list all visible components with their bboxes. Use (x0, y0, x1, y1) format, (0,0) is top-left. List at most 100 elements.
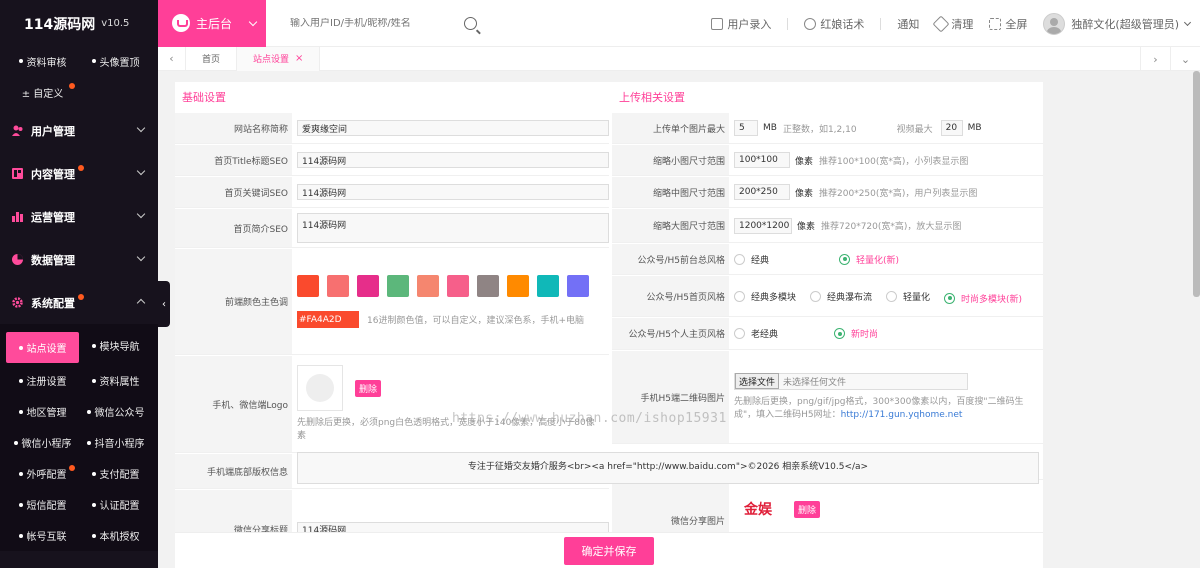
sidebar-item-module-nav[interactable]: 模块导航 (79, 330, 152, 361)
radio-classic-multi[interactable]: 经典多模块 (734, 290, 796, 303)
app-root: 114源码网 v10.5 资料审核 头像置顶 ± 自定义 用户管理 内容管理 运… (0, 0, 1200, 568)
matchmaker-script-button[interactable]: 红娘话术 (804, 16, 864, 32)
sidebar: 114源码网 v10.5 资料审核 头像置顶 ± 自定义 用户管理 内容管理 运… (0, 0, 158, 568)
choose-file-button[interactable]: 选择文件 (735, 373, 780, 389)
sidebar-item-review[interactable]: 资料审核 (6, 47, 79, 75)
color-swatch-4[interactable] (387, 275, 409, 297)
sidebar-menu-content[interactable]: 内容管理 (0, 152, 158, 195)
copyright-textarea[interactable]: 专注于征婚交友婚介服务<br><a href="http://www.baidu… (297, 452, 1039, 484)
radio-fashion-multi-new[interactable]: 时尚多模块(新) (944, 292, 1022, 305)
unit-label: 像素 (795, 156, 814, 167)
gear-icon (12, 297, 23, 308)
delete-share-image-button[interactable]: 删除 (794, 501, 821, 518)
qr-file-input[interactable]: 选择文件 未选择任何文件 (734, 372, 968, 390)
fullscreen-button[interactable]: 全屏 (989, 16, 1027, 32)
tab-home[interactable]: 首页 (186, 46, 238, 71)
radio-classic[interactable]: 经典 (734, 253, 769, 266)
sidebar-item-auth[interactable]: 认证配置 (79, 489, 152, 520)
field-label: 首页简介SEO (175, 209, 292, 247)
bullet-icon (18, 471, 23, 476)
color-swatch-5[interactable] (417, 275, 439, 297)
bar-chart-icon (12, 211, 23, 222)
color-input[interactable]: #FA4A2D (297, 311, 359, 328)
sidebar-item-outbound[interactable]: 外呼配置 (6, 458, 79, 489)
file-status: 未选择任何文件 (783, 377, 847, 388)
bullet-icon (86, 440, 91, 445)
sidebar-item-license[interactable]: 本机授权 (79, 520, 152, 551)
site-name-input[interactable]: 爱爽缘空间 (297, 120, 609, 136)
sidebar-item-site-settings[interactable]: 站点设置 (6, 332, 79, 363)
field-hint: 推荐720*720(宽*高)，放大显示图 (821, 222, 962, 232)
user-menu[interactable]: 独醉文化(超级管理员) (1043, 12, 1200, 35)
field-label: 手机端底部版权信息 (175, 454, 292, 488)
chevron-down-icon (136, 166, 146, 176)
sidebar-item-custom[interactable]: ± 自定义 (6, 75, 79, 109)
sidebar-item-payment[interactable]: 支付配置 (79, 458, 152, 489)
thumb-mid-input[interactable]: 200*250 (734, 184, 790, 200)
sidebar-item-region[interactable]: 地区管理 (6, 396, 79, 427)
divider (880, 17, 882, 30)
tab-site-settings[interactable]: 站点设置 × (237, 46, 321, 71)
sidebar-menu-system[interactable]: 系统配置 (0, 281, 158, 324)
sidebar-item-wechat-mini[interactable]: 微信小程序 (6, 427, 79, 458)
chat-icon (804, 17, 817, 30)
tab-scroll-left[interactable]: ‹ (158, 46, 186, 71)
sidebar-menu-operations[interactable]: 运营管理 (0, 195, 158, 238)
seo-desc-textarea[interactable]: 114源码网 (297, 213, 609, 243)
clear-cache-button[interactable]: 清理 (932, 15, 973, 32)
notifications-button[interactable]: 通知 (897, 16, 919, 32)
pie-chart-icon (12, 254, 23, 265)
chevron-down-icon: ⌄ (1180, 52, 1191, 66)
sidebar-item-register[interactable]: 注册设置 (6, 365, 79, 396)
color-swatch-3[interactable] (357, 275, 379, 297)
main-console-button[interactable]: 主后台 (158, 0, 266, 47)
color-swatch-6[interactable] (447, 275, 469, 297)
chevron-left-icon: ‹ (169, 52, 174, 65)
field-hint: 正整数，如1,2,10 (782, 124, 857, 135)
notification-dot (78, 165, 84, 171)
field-label: 缩略大图尺寸范围 (612, 209, 729, 242)
radio-classic-waterfall[interactable]: 经典瀑布流 (810, 290, 872, 303)
color-swatch-2[interactable] (327, 275, 349, 297)
color-swatch-10[interactable] (567, 275, 589, 297)
search-icon[interactable] (464, 16, 477, 30)
close-icon[interactable]: × (295, 53, 303, 64)
settings-form: 基础设置 网站名称简称 爱爽缘空间 首页Title标题SEO 114源码网 首页… (175, 82, 1043, 568)
seo-title-input[interactable]: 114源码网 (297, 152, 609, 168)
sidebar-collapse-toggle[interactable]: ‹ (158, 281, 170, 327)
delete-logo-button[interactable]: 删除 (355, 379, 382, 397)
radio-light-new[interactable]: 轻量化(新) (839, 253, 899, 266)
sidebar-menu-data[interactable]: 数据管理 (0, 238, 158, 281)
tab-options[interactable]: ⌄ (1170, 47, 1200, 71)
color-swatch-7[interactable] (477, 275, 499, 297)
thumb-big-input[interactable]: 1200*1200 (734, 217, 792, 234)
bullet-icon (18, 378, 23, 383)
radio-checked-icon (834, 328, 846, 339)
color-swatch-9[interactable] (537, 275, 559, 297)
sidebar-item-sms[interactable]: 短信配置 (6, 489, 79, 520)
sidebar-item-avatar-top[interactable]: 头像置顶 (79, 47, 152, 75)
qr-url-link[interactable]: http://171.gun.yqhome.net (841, 410, 963, 420)
sidebar-menu-users[interactable]: 用户管理 (0, 109, 158, 152)
radio-light[interactable]: 轻量化 (886, 290, 930, 303)
bullet-icon (18, 409, 23, 414)
thumb-small-input[interactable]: 100*100 (734, 152, 790, 168)
video-max-input[interactable]: 20 (940, 120, 963, 136)
radio-new-fashion[interactable]: 新时尚 (834, 327, 878, 340)
save-button[interactable]: 确定并保存 (564, 536, 654, 565)
image-max-input[interactable]: 5 (734, 120, 758, 136)
color-swatch-1[interactable] (297, 275, 319, 297)
sidebar-item-wechat-mp[interactable]: 微信公众号 (79, 396, 152, 427)
radio-old-classic[interactable]: 老经典 (734, 327, 778, 340)
sidebar-item-account-link[interactable]: 帐号互联 (6, 520, 79, 551)
sidebar-item-douyin-mini[interactable]: 抖音小程序 (79, 427, 152, 458)
user-entry-button[interactable]: 用户录入 (711, 16, 771, 32)
app-logo[interactable]: 114源码网 v10.5 (0, 0, 158, 47)
tab-scroll-right[interactable]: › (1140, 47, 1170, 71)
search-input[interactable] (290, 17, 458, 29)
page-scrollbar[interactable] (1193, 71, 1200, 297)
edit-icon (711, 17, 724, 30)
sidebar-item-profile-attr[interactable]: 资料属性 (79, 365, 152, 396)
color-swatch-8[interactable] (507, 275, 529, 297)
seo-keywords-input[interactable]: 114源码网 (297, 184, 609, 200)
